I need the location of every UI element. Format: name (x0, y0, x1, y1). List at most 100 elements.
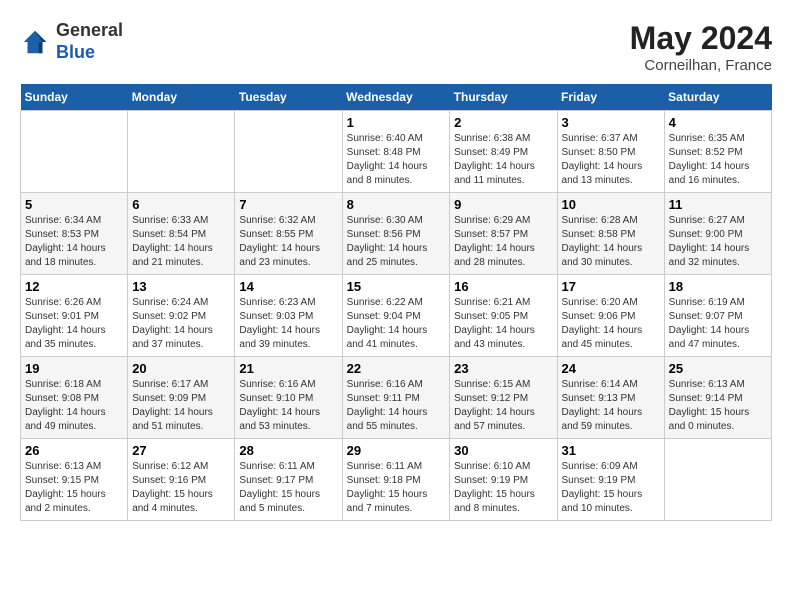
day-number: 22 (347, 361, 446, 376)
day-number: 23 (454, 361, 552, 376)
day-info: Sunrise: 6:20 AMSunset: 9:06 PMDaylight:… (562, 296, 660, 352)
day-info: Sunrise: 6:37 AMSunset: 8:50 PMDaylight:… (562, 132, 660, 188)
day-info: Sunrise: 6:12 AMSunset: 9:16 PMDaylight:… (132, 460, 230, 516)
day-info: Sunrise: 6:11 AMSunset: 9:18 PMDaylight:… (347, 460, 446, 516)
day-info: Sunrise: 6:19 AMSunset: 9:07 PMDaylight:… (669, 296, 767, 352)
day-info: Sunrise: 6:29 AMSunset: 8:57 PMDaylight:… (454, 214, 552, 270)
day-info: Sunrise: 6:16 AMSunset: 9:11 PMDaylight:… (347, 378, 446, 434)
calendar-cell (128, 111, 235, 193)
day-number: 15 (347, 279, 446, 294)
day-number: 16 (454, 279, 552, 294)
day-info: Sunrise: 6:32 AMSunset: 8:55 PMDaylight:… (239, 214, 337, 270)
calendar-cell: 26 Sunrise: 6:13 AMSunset: 9:15 PMDayligh… (21, 439, 128, 521)
day-number: 18 (669, 279, 767, 294)
day-info: Sunrise: 6:16 AMSunset: 9:10 PMDaylight:… (239, 378, 337, 434)
calendar-cell: 18 Sunrise: 6:19 AMSunset: 9:07 PMDayligh… (664, 275, 771, 357)
calendar-cell (235, 111, 342, 193)
day-number: 5 (25, 197, 123, 212)
day-info: Sunrise: 6:09 AMSunset: 9:19 PMDaylight:… (562, 460, 660, 516)
day-info: Sunrise: 6:28 AMSunset: 8:58 PMDaylight:… (562, 214, 660, 270)
month-year: May 2024 (630, 20, 772, 57)
dow-header: Wednesday (342, 84, 450, 111)
calendar-cell: 27 Sunrise: 6:12 AMSunset: 9:16 PMDayligh… (128, 439, 235, 521)
calendar-cell: 1 Sunrise: 6:40 AMSunset: 8:48 PMDaylight… (342, 111, 450, 193)
day-info: Sunrise: 6:14 AMSunset: 9:13 PMDaylight:… (562, 378, 660, 434)
day-info: Sunrise: 6:21 AMSunset: 9:05 PMDaylight:… (454, 296, 552, 352)
day-number: 30 (454, 443, 552, 458)
day-info: Sunrise: 6:10 AMSunset: 9:19 PMDaylight:… (454, 460, 552, 516)
dow-header: Monday (128, 84, 235, 111)
day-number: 1 (347, 115, 446, 130)
day-number: 7 (239, 197, 337, 212)
calendar-cell: 31 Sunrise: 6:09 AMSunset: 9:19 PMDayligh… (557, 439, 664, 521)
calendar-cell: 22 Sunrise: 6:16 AMSunset: 9:11 PMDayligh… (342, 357, 450, 439)
calendar-cell: 9 Sunrise: 6:29 AMSunset: 8:57 PMDaylight… (450, 193, 557, 275)
calendar-cell: 11Sunrise: 6:27 AMSunset: 9:00 PMDayligh… (664, 193, 771, 275)
dow-header: Tuesday (235, 84, 342, 111)
day-info: Sunrise: 6:18 AMSunset: 9:08 PMDaylight:… (25, 378, 123, 434)
calendar-cell: 8 Sunrise: 6:30 AMSunset: 8:56 PMDaylight… (342, 193, 450, 275)
day-number: 21 (239, 361, 337, 376)
dow-header: Friday (557, 84, 664, 111)
day-number: 20 (132, 361, 230, 376)
day-info: Sunrise: 6:22 AMSunset: 9:04 PMDaylight:… (347, 296, 446, 352)
day-info: Sunrise: 6:38 AMSunset: 8:49 PMDaylight:… (454, 132, 552, 188)
calendar-cell: 29 Sunrise: 6:11 AMSunset: 9:18 PMDayligh… (342, 439, 450, 521)
calendar-cell: 13 Sunrise: 6:24 AMSunset: 9:02 PMDayligh… (128, 275, 235, 357)
day-number: 4 (669, 115, 767, 130)
day-info: Sunrise: 6:35 AMSunset: 8:52 PMDaylight:… (669, 132, 767, 188)
calendar-cell: 30 Sunrise: 6:10 AMSunset: 9:19 PMDayligh… (450, 439, 557, 521)
day-number: 25 (669, 361, 767, 376)
day-number: 10 (562, 197, 660, 212)
calendar-cell: 15 Sunrise: 6:22 AMSunset: 9:04 PMDayligh… (342, 275, 450, 357)
day-info: Sunrise: 6:34 AMSunset: 8:53 PMDaylight:… (25, 214, 123, 270)
day-info: Sunrise: 6:23 AMSunset: 9:03 PMDaylight:… (239, 296, 337, 352)
calendar-cell: 12Sunrise: 6:26 AMSunset: 9:01 PMDayligh… (21, 275, 128, 357)
calendar-cell: 25 Sunrise: 6:13 AMSunset: 9:14 PMDayligh… (664, 357, 771, 439)
day-number: 11 (669, 197, 767, 212)
day-number: 24 (562, 361, 660, 376)
calendar-cell: 20Sunrise: 6:17 AMSunset: 9:09 PMDayligh… (128, 357, 235, 439)
day-info: Sunrise: 6:26 AMSunset: 9:01 PMDaylight:… (25, 296, 123, 352)
logo-text: General Blue (56, 20, 123, 63)
day-number: 28 (239, 443, 337, 458)
calendar-cell: 14 Sunrise: 6:23 AMSunset: 9:03 PMDayligh… (235, 275, 342, 357)
day-number: 14 (239, 279, 337, 294)
day-number: 26 (25, 443, 123, 458)
page-header: General Blue May 2024 Corneilhan, France (20, 20, 772, 74)
day-number: 9 (454, 197, 552, 212)
calendar-cell: 10 Sunrise: 6:28 AMSunset: 8:58 PMDayligh… (557, 193, 664, 275)
logo-icon (20, 27, 50, 57)
day-number: 27 (132, 443, 230, 458)
day-number: 29 (347, 443, 446, 458)
day-number: 6 (132, 197, 230, 212)
title-block: May 2024 Corneilhan, France (630, 20, 772, 74)
calendar-table: SundayMondayTuesdayWednesdayThursdayFrid… (20, 84, 772, 521)
calendar-cell: 3 Sunrise: 6:37 AMSunset: 8:50 PMDaylight… (557, 111, 664, 193)
calendar-cell: 4 Sunrise: 6:35 AMSunset: 8:52 PMDaylight… (664, 111, 771, 193)
location: Corneilhan, France (630, 57, 772, 74)
calendar-cell: 24 Sunrise: 6:14 AMSunset: 9:13 PMDayligh… (557, 357, 664, 439)
calendar-cell: 21 Sunrise: 6:16 AMSunset: 9:10 PMDayligh… (235, 357, 342, 439)
logo: General Blue (20, 20, 123, 63)
day-number: 19 (25, 361, 123, 376)
day-number: 2 (454, 115, 552, 130)
calendar-cell: 23Sunrise: 6:15 AMSunset: 9:12 PMDayligh… (450, 357, 557, 439)
dow-header: Sunday (21, 84, 128, 111)
calendar-cell: 6 Sunrise: 6:33 AMSunset: 8:54 PMDaylight… (128, 193, 235, 275)
day-info: Sunrise: 6:13 AMSunset: 9:15 PMDaylight:… (25, 460, 123, 516)
day-number: 31 (562, 443, 660, 458)
day-info: Sunrise: 6:13 AMSunset: 9:14 PMDaylight:… (669, 378, 767, 434)
calendar-cell: 5 Sunrise: 6:34 AMSunset: 8:53 PMDaylight… (21, 193, 128, 275)
day-number: 13 (132, 279, 230, 294)
day-info: Sunrise: 6:30 AMSunset: 8:56 PMDaylight:… (347, 214, 446, 270)
dow-header: Saturday (664, 84, 771, 111)
calendar-cell: 19 Sunrise: 6:18 AMSunset: 9:08 PMDayligh… (21, 357, 128, 439)
day-number: 8 (347, 197, 446, 212)
day-info: Sunrise: 6:11 AMSunset: 9:17 PMDaylight:… (239, 460, 337, 516)
day-info: Sunrise: 6:40 AMSunset: 8:48 PMDaylight:… (347, 132, 446, 188)
day-number: 17 (562, 279, 660, 294)
day-info: Sunrise: 6:24 AMSunset: 9:02 PMDaylight:… (132, 296, 230, 352)
day-number: 3 (562, 115, 660, 130)
day-info: Sunrise: 6:33 AMSunset: 8:54 PMDaylight:… (132, 214, 230, 270)
